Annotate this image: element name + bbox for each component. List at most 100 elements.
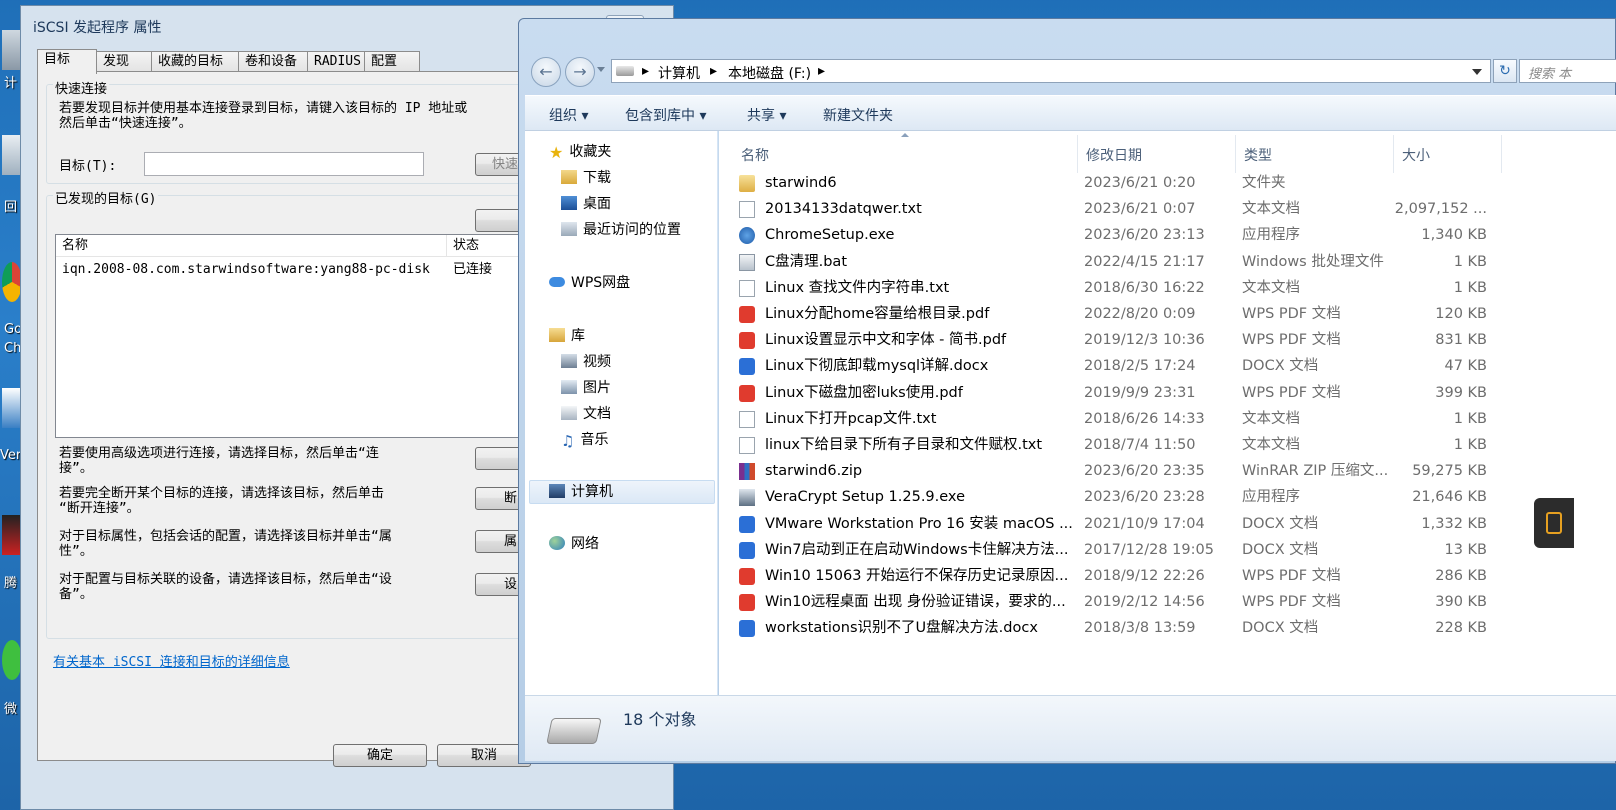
nav-libraries[interactable]: 库 bbox=[549, 325, 585, 347]
tab-discovery[interactable]: 发现 bbox=[96, 51, 152, 73]
file-size: 399 KB bbox=[1435, 384, 1487, 401]
iscsi-details-link[interactable]: 有关基本 iSCSI 连接和目标的详细信息 bbox=[53, 651, 290, 670]
nav-favorites[interactable]: ★ 收藏夹 bbox=[549, 141, 611, 163]
chrome-desktop-icon[interactable] bbox=[2, 262, 22, 302]
desktop-label-tencent: 腾 bbox=[4, 576, 18, 591]
refresh-icon[interactable]: ↻ bbox=[1493, 59, 1517, 83]
file-size: 1 KB bbox=[1453, 410, 1487, 427]
file-row[interactable]: Win10远程桌面 出现 身份验证错误，要求的... 2019/2/12 14:5… bbox=[739, 589, 1499, 615]
column-divider bbox=[1393, 135, 1394, 173]
tab-radius[interactable]: RADIUS bbox=[307, 51, 365, 73]
file-row[interactable]: Linux分配home容量给根目录.pdf 2022/8/20 0:09 WPS P… bbox=[739, 301, 1499, 327]
drive-large-icon bbox=[546, 718, 602, 744]
nav-network[interactable]: 网络 bbox=[549, 533, 599, 555]
file-row[interactable]: workstations识别不了U盘解决方法.docx 2018/3/8 13:5… bbox=[739, 615, 1499, 641]
file-row[interactable]: Linux下磁盘加密luks使用.pdf 2019/9/9 23:31 WPS PD… bbox=[739, 380, 1499, 406]
file-row[interactable]: Linux下打开pcap文件.txt 2018/6/26 14:33 文本文档 1 K… bbox=[739, 406, 1499, 432]
file-row[interactable]: Win7启动到正在启动Windows卡住解决方法... 2017/12/28 19… bbox=[739, 537, 1499, 563]
file-size: 13 KB bbox=[1444, 541, 1487, 558]
file-date: 2019/2/12 14:56 bbox=[1084, 594, 1205, 611]
column-header-size[interactable]: 大小 bbox=[1402, 145, 1430, 165]
new-folder-button[interactable]: 新建文件夹 bbox=[823, 105, 893, 125]
file-row[interactable]: linux下给目录下所有子目录和文件赋权.txt 2018/7/4 11:50 文本… bbox=[739, 432, 1499, 458]
file-size: 1,340 KB bbox=[1421, 227, 1487, 244]
file-name: starwind6.zip bbox=[765, 463, 863, 480]
file-type: 文本文档 bbox=[1242, 410, 1300, 427]
cancel-button[interactable]: 取消 bbox=[437, 744, 531, 767]
ok-button[interactable]: 确定 bbox=[333, 744, 427, 767]
folder-file-icon bbox=[739, 175, 755, 192]
table-row[interactable]: iqn.2008-08.com.starwindsoftware:yang88-… bbox=[56, 259, 554, 279]
file-row[interactable]: 20134133datqwer.txt 2023/6/21 0:07 文本文档 2,0… bbox=[739, 196, 1499, 222]
tencent-desktop-icon[interactable] bbox=[2, 515, 22, 555]
file-size: 1 KB bbox=[1453, 279, 1487, 296]
column-divider bbox=[1235, 135, 1236, 173]
address-dropdown-icon[interactable] bbox=[1472, 69, 1482, 75]
nav-recent-places[interactable]: 最近访问的位置 bbox=[561, 219, 681, 241]
recent-pages-dropdown-icon[interactable] bbox=[597, 67, 605, 72]
wechat-desktop-icon[interactable] bbox=[2, 640, 22, 680]
discovered-targets-title: 已发现的目标(G) bbox=[53, 188, 159, 207]
share-button[interactable]: 共享 ▾ bbox=[747, 105, 786, 125]
nav-pictures[interactable]: 图片 bbox=[561, 377, 611, 399]
include-in-library-button[interactable]: 包含到库中 ▾ bbox=[625, 105, 706, 125]
txt-file-icon bbox=[739, 410, 755, 428]
tab-volumes-devices[interactable]: 卷和设备 bbox=[238, 51, 308, 73]
back-button[interactable]: ← bbox=[531, 57, 561, 87]
computer-desktop-icon[interactable] bbox=[2, 30, 22, 70]
discovered-targets-list[interactable]: 名称 状态 iqn.2008-08.com.starwindsoftware:y… bbox=[55, 234, 557, 438]
nav-computer[interactable]: 计算机 bbox=[549, 481, 613, 503]
file-size: 47 KB bbox=[1444, 358, 1487, 375]
file-name: Linux下打开pcap文件.txt bbox=[765, 410, 937, 427]
tab-configuration[interactable]: 配置 bbox=[364, 51, 420, 73]
usb-widget-icon[interactable] bbox=[1534, 498, 1574, 548]
nav-videos[interactable]: 视频 bbox=[561, 351, 611, 373]
desktop-label-recycle: 回 bbox=[4, 200, 18, 215]
quick-connect-desc-1: 若要发现目标并使用基本连接登录到目标，请键入该目标的 IP 地址或 bbox=[59, 101, 468, 116]
docx-file-icon bbox=[739, 358, 755, 376]
nav-documents[interactable]: 文档 bbox=[561, 403, 611, 425]
file-row[interactable]: C盘清理.bat 2022/4/15 21:17 Windows 批处理文件 1 KB bbox=[739, 249, 1499, 275]
file-row[interactable]: starwind6 2023/6/21 0:20 文件夹 bbox=[739, 170, 1499, 196]
pictures-icon bbox=[561, 380, 577, 394]
nav-music[interactable]: ♫ 音乐 bbox=[561, 429, 608, 451]
forward-button[interactable]: → bbox=[565, 57, 595, 87]
file-row[interactable]: Linux设置显示中文和字体 - 简书.pdf 2019/12/3 10:36 WP… bbox=[739, 327, 1499, 353]
search-input[interactable]: 搜索 本 bbox=[1519, 59, 1616, 83]
column-header-name[interactable]: 名称 bbox=[741, 145, 769, 165]
file-row[interactable]: Linux 查找文件内字符串.txt 2018/6/30 16:22 文本文档 1 K… bbox=[739, 275, 1499, 301]
file-date: 2022/4/15 21:17 bbox=[1084, 253, 1205, 270]
file-name: Linux下磁盘加密luks使用.pdf bbox=[765, 384, 963, 401]
breadcrumb-computer[interactable]: 计算机 bbox=[658, 63, 700, 83]
nav-label: WPS网盘 bbox=[571, 275, 631, 291]
file-date: 2022/8/20 0:09 bbox=[1084, 306, 1196, 322]
file-date: 2018/7/4 11:50 bbox=[1084, 437, 1196, 453]
column-header-name[interactable]: 名称 bbox=[56, 235, 447, 257]
tab-targets[interactable]: 目标 bbox=[37, 49, 97, 74]
address-bar[interactable]: ▸ 计算机 ▸ 本地磁盘 (F:) ▸ bbox=[611, 59, 1491, 83]
file-type: 应用程序 bbox=[1242, 489, 1300, 506]
organize-button[interactable]: 组织 ▾ bbox=[549, 105, 588, 125]
file-name: VeraCrypt Setup 1.25.9.exe bbox=[765, 489, 965, 506]
nav-wps-cloud[interactable]: WPS网盘 bbox=[549, 272, 630, 294]
txt-file-icon bbox=[739, 201, 755, 219]
file-size: 2,097,152 ... bbox=[1394, 201, 1487, 218]
file-row[interactable]: VeraCrypt Setup 1.25.9.exe 2023/6/20 23:2… bbox=[739, 484, 1499, 510]
pdf-file-icon bbox=[739, 568, 755, 585]
veracrypt-desktop-icon[interactable] bbox=[2, 388, 22, 428]
breadcrumb-drive-f[interactable]: 本地磁盘 (F:) bbox=[728, 63, 811, 83]
file-row[interactable]: Linux下彻底卸载mysql详解.docx 2018/2/5 17:24 DOCX… bbox=[739, 353, 1499, 379]
file-date: 2018/9/12 22:26 bbox=[1084, 568, 1205, 584]
nav-downloads[interactable]: 下载 bbox=[561, 167, 611, 189]
column-header-date[interactable]: 修改日期 bbox=[1086, 145, 1142, 165]
file-row[interactable]: starwind6.zip 2023/6/20 23:35 WinRAR ZIP 压… bbox=[739, 458, 1499, 484]
file-name: linux下给目录下所有子目录和文件赋权.txt bbox=[765, 437, 1043, 453]
target-input[interactable] bbox=[144, 152, 424, 176]
file-row[interactable]: ChromeSetup.exe 2023/6/20 23:13 应用程序 1,340 … bbox=[739, 222, 1499, 248]
file-row[interactable]: VMware Workstation Pro 16 安装 macOS ... 20… bbox=[739, 511, 1499, 537]
nav-desktop[interactable]: 桌面 bbox=[561, 193, 611, 215]
column-header-type[interactable]: 类型 bbox=[1244, 145, 1272, 165]
recycle-bin-desktop-icon[interactable] bbox=[2, 135, 22, 175]
file-row[interactable]: Win10 15063 开始运行不保存历史记录原因... 2018/9/12 22… bbox=[739, 563, 1499, 589]
tab-favorite-targets[interactable]: 收藏的目标 bbox=[151, 51, 239, 73]
